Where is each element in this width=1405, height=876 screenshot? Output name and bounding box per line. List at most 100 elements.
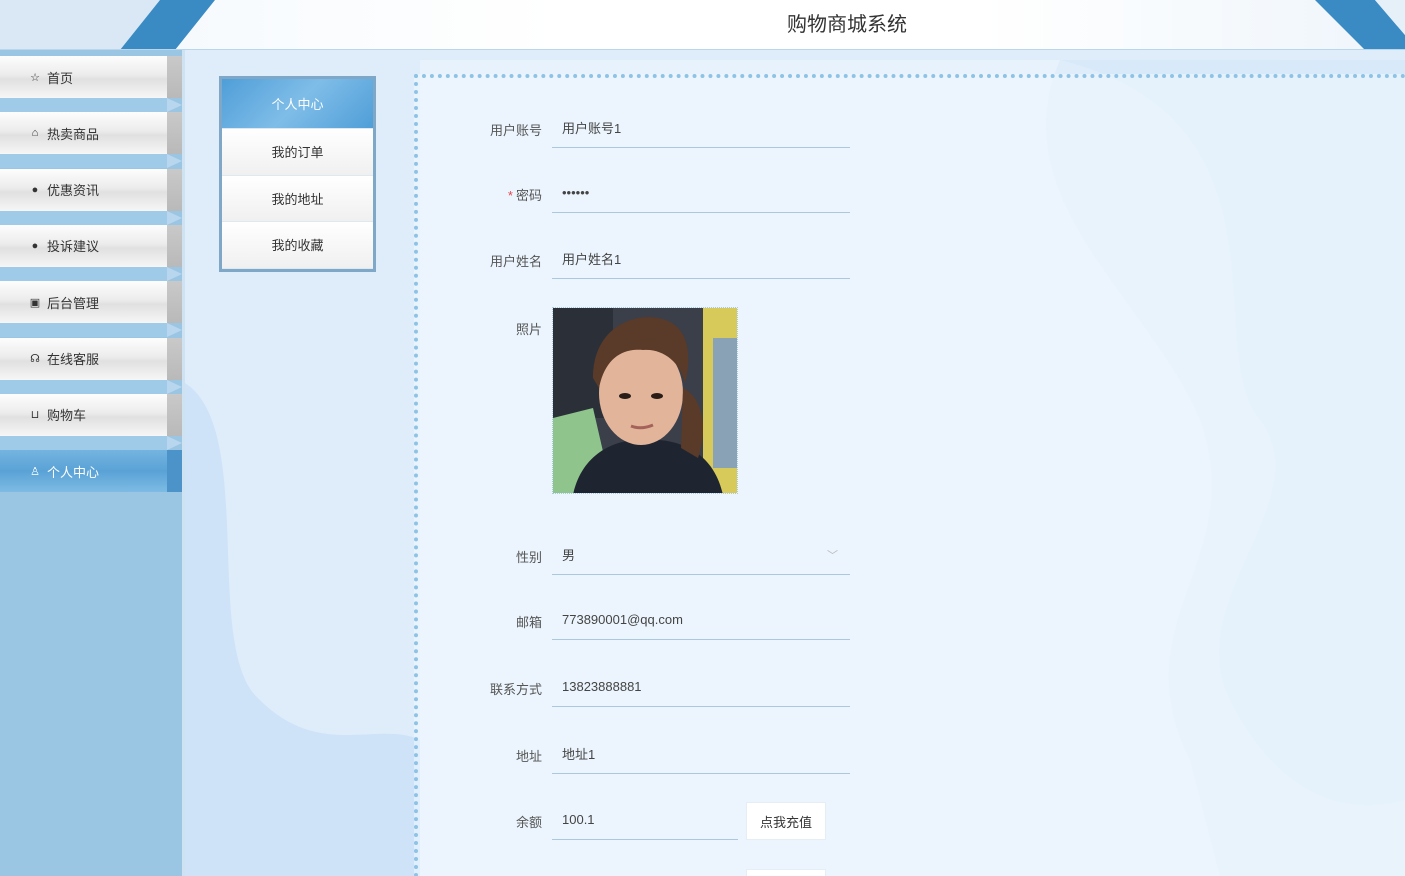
sidebar-item-label: 购物车 — [47, 408, 87, 424]
sidebar-item-edge — [167, 56, 182, 98]
sidebar-item-edge — [167, 224, 182, 267]
chevron-down-icon: ﹀ — [827, 550, 838, 562]
sidebar-item[interactable]: ● 投诉建议 — [0, 224, 182, 281]
info-circle-icon: ● — [31, 183, 39, 196]
profile-photo[interactable] — [552, 307, 738, 494]
submenu-item[interactable]: 我的收藏 — [222, 222, 373, 269]
profile-submenu: 个人中心 我的订单 我的地址 我的收藏 — [219, 76, 376, 272]
recharge-button[interactable]: 点我充值 — [746, 802, 826, 840]
sidebar-item-edge — [167, 281, 182, 324]
user-icon: ♙ — [30, 465, 40, 478]
email-label: 邮箱 — [515, 615, 542, 630]
sidebar-divider-tip — [167, 98, 182, 112]
phone-label: 联系方式 — [489, 682, 542, 697]
phone-input[interactable]: 13823888881 — [552, 667, 850, 707]
balance-field: 余额 100.1 — [470, 800, 740, 840]
submenu-item[interactable]: 我的订单 — [222, 129, 373, 176]
email-value: 773890001@qq.com — [562, 612, 683, 627]
sidebar-item[interactable]: ☆ 首页 — [0, 56, 182, 112]
address-field: 地址 地址1 — [470, 734, 850, 774]
address-value: 地址1 — [562, 747, 596, 762]
sidebar-divider — [0, 323, 167, 338]
sidebar-item[interactable]: ♙ 个人中心 — [0, 450, 182, 494]
app-title: 购物商城系统 — [787, 12, 907, 36]
sidebar-item-edge — [167, 168, 182, 211]
address-label: 地址 — [515, 749, 542, 764]
sidebar-nav: ☆ 首页 ⌂ 热卖商品 ● 优惠资讯 ● 投诉建议 ▣ 后台管理 ☊ 在线客服 ⊔ 购物车 ♙ 个人中心 — [0, 50, 185, 876]
sidebar-item-face[interactable]: ☊ 在线客服 — [0, 337, 167, 380]
sidebar-item[interactable]: ☊ 在线客服 — [0, 337, 182, 394]
submenu-item[interactable]: 个人中心 — [222, 79, 373, 129]
sidebar-item-label: 后台管理 — [47, 295, 100, 311]
photo-field: 照片 — [470, 307, 770, 497]
name-input[interactable]: 用户姓名1 — [552, 239, 850, 279]
sidebar-item-label: 个人中心 — [47, 464, 100, 480]
name-label: 用户姓名 — [489, 254, 542, 269]
required-mark: * — [507, 188, 513, 203]
app-header: 购物商城系统 — [0, 0, 1405, 50]
question-circle-icon: ● — [31, 239, 39, 252]
sidebar-item-edge — [167, 450, 182, 493]
sidebar-divider — [0, 210, 167, 225]
sidebar-divider-tip — [167, 154, 182, 169]
sidebar-item-face[interactable]: ● 优惠资讯 — [0, 168, 167, 211]
sidebar-item-face[interactable]: ⊔ 购物车 — [0, 393, 167, 436]
sidebar-item-label: 投诉建议 — [47, 239, 100, 255]
sidebar-divider-tip — [167, 210, 182, 225]
account-value: 用户账号1 — [562, 121, 622, 136]
account-input[interactable]: 用户账号1 — [552, 108, 850, 148]
phone-field: 联系方式 13823888881 — [470, 667, 850, 707]
gender-value: 男 — [562, 548, 576, 563]
account-field: 用户账号 用户账号1 — [470, 108, 850, 148]
phone-value: 13823888881 — [562, 679, 642, 694]
sidebar-item-face[interactable]: ▣ 后台管理 — [0, 281, 167, 324]
sidebar-item[interactable]: ⊔ 购物车 — [0, 393, 182, 450]
sidebar-item-face[interactable]: ♙ 个人中心 — [0, 450, 167, 493]
gender-field: 性别 男 ﹀ — [470, 535, 850, 575]
sidebar-item[interactable]: ● 优惠资讯 — [0, 168, 182, 225]
account-label: 用户账号 — [489, 123, 542, 138]
sidebar-item-edge — [167, 112, 182, 155]
sidebar-divider-tip — [167, 435, 182, 450]
star-icon: ☆ — [30, 71, 40, 84]
email-input[interactable]: 773890001@qq.com — [552, 600, 850, 640]
next-button-partial[interactable] — [746, 869, 826, 876]
sidebar-divider — [0, 379, 167, 394]
address-input[interactable]: 地址1 — [552, 734, 850, 774]
balance-value: 100.1 — [562, 812, 595, 827]
balance-input[interactable]: 100.1 — [552, 800, 738, 840]
gender-label: 性别 — [515, 550, 542, 565]
gift-icon: ▣ — [29, 296, 41, 309]
password-label: * 密码 — [470, 185, 542, 204]
sidebar-item-face[interactable]: ☆ 首页 — [0, 56, 167, 98]
photo-label: 照片 — [515, 322, 542, 337]
cart-icon: ⊔ — [30, 409, 40, 422]
sidebar-divider — [0, 154, 167, 169]
sidebar-item-label: 在线客服 — [47, 352, 100, 367]
headset-icon: ☊ — [30, 353, 40, 365]
sidebar-item-label: 首页 — [47, 70, 74, 86]
name-field: 用户姓名 用户姓名1 — [470, 239, 850, 279]
shopping-bag-icon: ⌂ — [31, 127, 39, 140]
sidebar-item-edge — [167, 337, 182, 380]
sidebar-divider — [0, 98, 167, 112]
sidebar-item-face[interactable]: ● 投诉建议 — [0, 224, 167, 267]
sidebar-divider — [0, 266, 167, 281]
avatar-image — [553, 308, 737, 493]
password-value: •••••• — [562, 185, 590, 200]
submenu-item[interactable]: 我的地址 — [222, 175, 373, 222]
sidebar-item-edge — [167, 393, 182, 436]
email-field: 邮箱 773890001@qq.com — [470, 600, 850, 640]
balance-label: 余额 — [515, 815, 542, 830]
sidebar-divider-tip — [167, 266, 182, 281]
sidebar-item-label: 优惠资讯 — [47, 183, 100, 199]
sidebar-divider-tip — [167, 379, 182, 394]
sidebar-divider-tip — [167, 323, 182, 338]
sidebar-item-face[interactable]: ⌂ 热卖商品 — [0, 112, 167, 155]
name-value: 用户姓名1 — [562, 252, 622, 267]
sidebar-item[interactable]: ▣ 后台管理 — [0, 281, 182, 338]
password-field: * 密码 •••••• — [470, 173, 850, 213]
gender-select[interactable]: 男 ﹀ — [552, 535, 850, 575]
sidebar-item[interactable]: ⌂ 热卖商品 — [0, 112, 182, 169]
password-input[interactable]: •••••• — [552, 173, 850, 213]
